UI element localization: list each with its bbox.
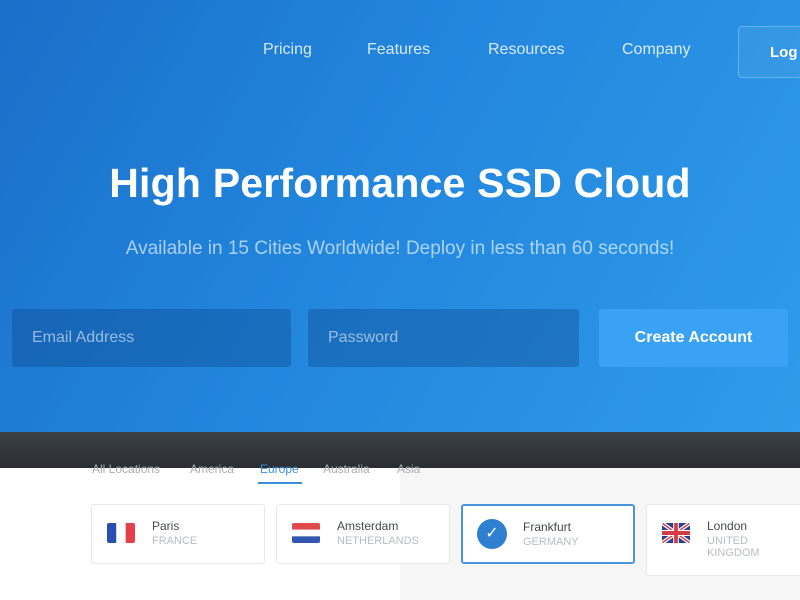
- card-city: London: [707, 519, 748, 533]
- tab-all-locations[interactable]: All Locations: [92, 462, 160, 476]
- create-account-button[interactable]: Create Account: [599, 309, 788, 367]
- card-country: UNITED KINGDOM: [707, 535, 760, 559]
- hero-subtitle: Available in 15 Cities Worldwide! Deploy…: [125, 238, 675, 259]
- hero-title: High Performance SSD Cloud: [109, 160, 691, 206]
- card-city: Frankfurt: [523, 520, 572, 534]
- login-button[interactable]: Log In: [738, 26, 800, 78]
- nav-link-resources[interactable]: Resources: [488, 41, 564, 59]
- card-country: GERMANY: [523, 536, 579, 548]
- location-card-frankfurt[interactable]: ✓ Frankfurt GERMANY: [461, 504, 635, 564]
- active-tab-indicator: [258, 482, 302, 484]
- location-card-amsterdam[interactable]: Amsterdam NETHERLANDS: [276, 504, 450, 564]
- location-card-london[interactable]: London UNITED KINGDOM: [646, 504, 800, 576]
- nav-link-features[interactable]: Features: [367, 41, 430, 59]
- tab-australia[interactable]: Australia: [323, 462, 370, 476]
- netherlands-flag-icon: [292, 523, 320, 543]
- locations-section: All Locations America Europe Australia A…: [0, 462, 800, 600]
- card-city: Amsterdam: [337, 519, 399, 533]
- uk-flag-icon: [662, 523, 690, 543]
- nav-link-company[interactable]: Company: [622, 41, 690, 59]
- france-flag-icon: [107, 523, 135, 543]
- nav-link-pricing[interactable]: Pricing: [263, 41, 312, 59]
- card-city: Paris: [152, 519, 180, 533]
- card-country: FRANCE: [152, 535, 198, 547]
- location-card-paris[interactable]: Paris FRANCE: [91, 504, 265, 564]
- email-field[interactable]: [12, 309, 291, 367]
- check-icon: ✓: [477, 519, 507, 549]
- tab-europe[interactable]: Europe: [260, 462, 299, 476]
- tab-asia[interactable]: Asia: [397, 462, 420, 476]
- tab-america[interactable]: America: [190, 462, 234, 476]
- password-field[interactable]: [308, 309, 579, 367]
- card-country: NETHERLANDS: [337, 535, 419, 547]
- hero-section: Pricing Features Resources Company Log I…: [0, 0, 800, 432]
- top-nav: Pricing Features Resources Company Log I…: [0, 0, 800, 104]
